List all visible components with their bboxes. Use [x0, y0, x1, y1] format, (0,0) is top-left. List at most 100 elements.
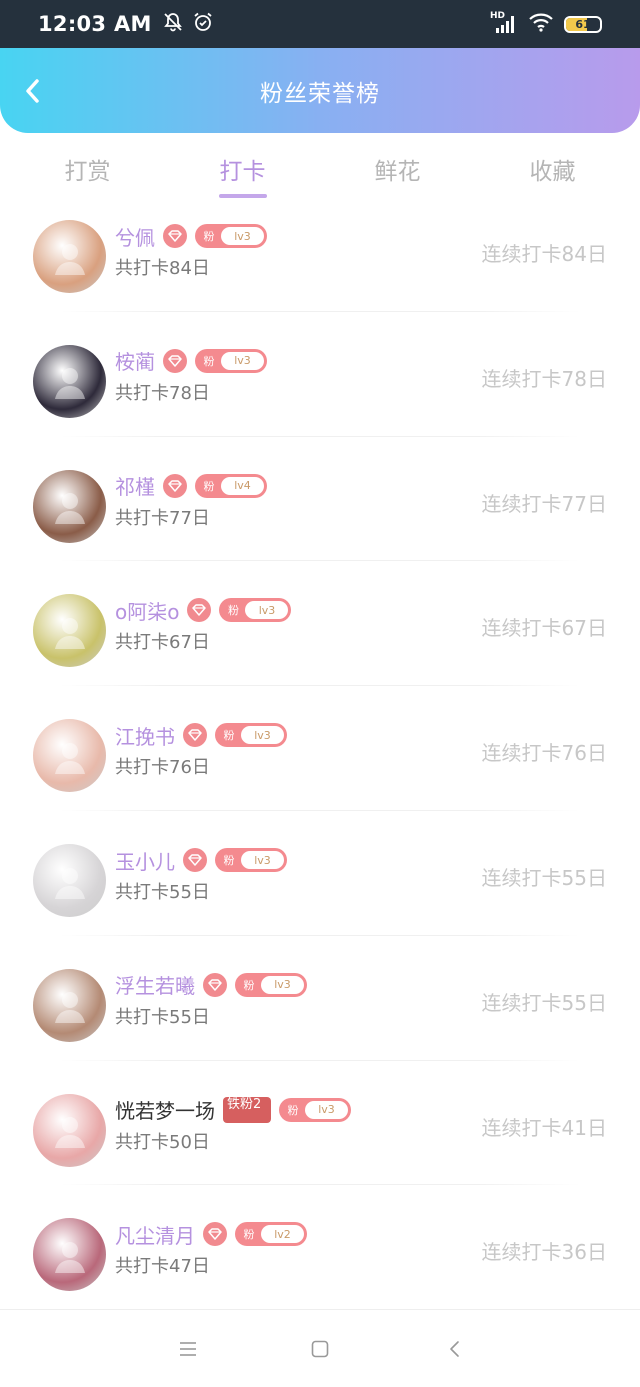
- name-row: 江挽书 粉 lv3: [115, 721, 287, 749]
- fan-level-badge: 粉 lv3: [219, 598, 292, 623]
- streak-checkin: 连续打卡41日: [481, 1115, 607, 1140]
- user-name[interactable]: 兮佩: [115, 222, 155, 251]
- header: 粉丝荣誉榜: [0, 48, 640, 133]
- fan-level-badge: 粉 lv3: [279, 1097, 351, 1122]
- total-checkin: 共打卡55日: [115, 1006, 210, 1028]
- avatar[interactable]: [33, 844, 106, 917]
- avatar[interactable]: [33, 469, 106, 543]
- avatar[interactable]: [33, 594, 106, 668]
- diamond-icon: [183, 723, 207, 748]
- tab-3[interactable]: 收藏: [488, 140, 618, 208]
- name-row: 玉小儿 粉 lv3: [115, 846, 287, 874]
- fan-label: 粉: [243, 978, 255, 992]
- avatar-icon: [33, 844, 106, 917]
- user-name[interactable]: 玉小儿: [115, 846, 175, 875]
- user-name[interactable]: o阿柒o: [115, 596, 179, 625]
- list-item[interactable]: 祁槿 粉 lv4 共打卡77日 连续打卡77日: [0, 435, 640, 560]
- streak-checkin: 连续打卡76日: [481, 741, 607, 766]
- avatar[interactable]: [33, 719, 106, 793]
- fan-level-badge: 粉 lv2: [235, 1222, 307, 1247]
- status-right: HD 61: [490, 11, 602, 37]
- avatar[interactable]: [33, 344, 106, 418]
- diamond-icon: [203, 972, 227, 997]
- user-name[interactable]: 祁槿: [115, 471, 155, 500]
- user-name[interactable]: 浮生若曦: [115, 970, 195, 999]
- fan-label: 粉: [223, 854, 235, 867]
- home-button[interactable]: [305, 1334, 335, 1364]
- list-item[interactable]: 恍若梦一场 铁粉2 粉 lv3 共打卡50日 连续打卡41日: [0, 1059, 640, 1184]
- list-item[interactable]: 凡尘清月 粉 lv2 共打卡47日 连续打卡36日: [0, 1184, 640, 1308]
- total-checkin: 共打卡47日: [115, 1256, 210, 1278]
- fan-level-badge: 粉 lv3: [195, 224, 267, 248]
- tab-label: 打赏: [64, 159, 111, 185]
- list-item[interactable]: 浮生若曦 粉 lv3 共打卡55日 连续打卡55日: [0, 934, 640, 1059]
- avatar[interactable]: [33, 220, 106, 293]
- list-item[interactable]: o阿柒o 粉 lv3 共打卡67日 连续打卡67日: [0, 560, 640, 684]
- avatar-icon: [33, 969, 106, 1042]
- total-checkin: 共打卡84日: [115, 258, 210, 279]
- menu-button[interactable]: [173, 1334, 203, 1364]
- fan-level-badge: 粉 lv4: [195, 473, 267, 498]
- list-item[interactable]: 桉蔺 粉 lv3 共打卡78日 连续打卡78日: [0, 310, 640, 435]
- fan-label: 粉: [203, 354, 215, 368]
- tab-1[interactable]: 打卡: [178, 140, 308, 208]
- name-row: 凡尘清月 粉 lv2: [115, 1220, 307, 1248]
- list-item[interactable]: 兮佩 粉 lv3 共打卡84日 连续打卡84日: [0, 218, 640, 310]
- fan-label: 粉: [227, 604, 239, 618]
- fan-list[interactable]: 兮佩粉 lv3 共打卡84日 连续打卡84日 桉蔺粉 lv3 共打卡78日 连续打卡78日 祁槿…: [0, 218, 640, 1308]
- user-name[interactable]: 桉蔺: [115, 346, 155, 375]
- total-checkin: 共打卡67日: [115, 632, 210, 654]
- tab-label: 收藏: [529, 159, 576, 185]
- user-name[interactable]: 恍若梦一场: [115, 1095, 215, 1124]
- list-item[interactable]: 玉小儿 粉 lv3 共打卡55日 连续打卡55日: [0, 810, 640, 934]
- item-divider: [60, 310, 580, 312]
- streak-checkin: 连续打卡77日: [481, 491, 607, 516]
- fan-level: lv3: [221, 351, 264, 370]
- tab-active-underline: [218, 194, 267, 198]
- fan-label: 粉: [287, 1103, 299, 1117]
- system-back-button[interactable]: [440, 1334, 470, 1364]
- avatar-icon: [33, 345, 106, 418]
- tab-label: 打卡: [219, 159, 266, 185]
- item-divider: [60, 1059, 580, 1061]
- fan-level: lv3: [241, 726, 284, 745]
- fan-level: lv3: [261, 975, 304, 994]
- avatar[interactable]: [33, 968, 106, 1042]
- diamond-icon: [187, 598, 212, 623]
- alarm-icon: [192, 11, 214, 37]
- battery-level: 61: [575, 17, 591, 31]
- streak-checkin: 连续打卡78日: [481, 366, 607, 391]
- iron-fan-badge: 铁粉2: [223, 1096, 271, 1123]
- streak-checkin: 连续打卡67日: [481, 616, 607, 641]
- fan-label: 粉: [223, 729, 235, 743]
- user-name[interactable]: 凡尘清月: [115, 1220, 195, 1249]
- signal-icon: HD: [490, 11, 518, 35]
- item-divider: [60, 560, 580, 562]
- fan-level: lv3: [241, 851, 284, 869]
- name-row: o阿柒o 粉 lv3: [115, 596, 292, 625]
- avatar-icon: [33, 594, 106, 667]
- item-divider: [60, 685, 580, 687]
- diamond-icon: [203, 1222, 227, 1247]
- total-checkin: 共打卡55日: [115, 882, 210, 903]
- tab-2[interactable]: 鲜花: [333, 140, 463, 208]
- name-row: 祁槿 粉 lv4: [115, 472, 267, 500]
- fan-level: lv3: [245, 601, 289, 620]
- back-button[interactable]: [18, 76, 48, 106]
- avatar[interactable]: [33, 1093, 106, 1167]
- menu-icon: [180, 1342, 196, 1356]
- avatar-icon: [33, 470, 106, 543]
- fan-label: 粉: [203, 230, 215, 243]
- item-divider: [60, 1184, 580, 1186]
- total-checkin: 共打卡50日: [115, 1131, 210, 1153]
- fan-level-badge: 粉 lv3: [235, 972, 307, 997]
- avatar[interactable]: [33, 1218, 106, 1292]
- total-checkin: 共打卡77日: [115, 507, 210, 529]
- back-arrow-icon: [26, 79, 39, 103]
- list-item[interactable]: 江挽书 粉 lv3 共打卡76日 连续打卡76日: [0, 685, 640, 809]
- tab-label: 鲜花: [374, 159, 421, 185]
- status-bar: 12:03 AM HD 61: [0, 0, 640, 48]
- streak-checkin: 连续打卡55日: [481, 866, 607, 890]
- user-name[interactable]: 江挽书: [115, 721, 175, 750]
- tab-0[interactable]: 打赏: [23, 140, 153, 208]
